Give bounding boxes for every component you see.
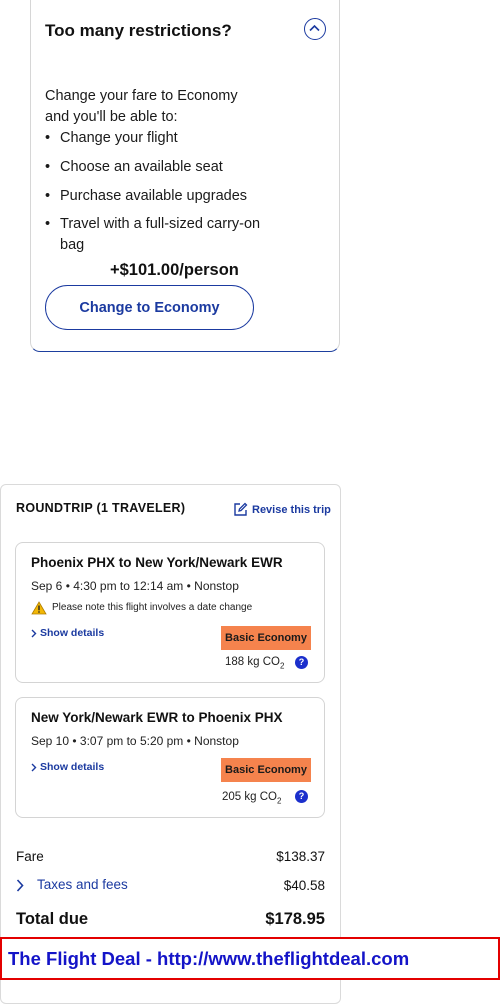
warning-icon [31,601,47,615]
chevron-up-icon [309,24,320,32]
total-due-label: Total due [16,910,89,928]
taxes-and-fees-label: Taxes and fees [37,877,128,892]
benefits-list: Change your flight Choose an available s… [45,128,265,256]
co2-subscript: 2 [279,661,285,671]
edit-icon [234,502,248,516]
watermark-banner: The Flight Deal - http://www.theflightde… [0,937,500,980]
show-details-label: Show details [40,627,105,639]
collapse-button[interactable] [304,18,326,40]
chevron-right-icon [31,629,37,638]
fare-value: $138.37 [276,849,325,864]
fare-label: Fare [16,849,44,864]
flight-times: Sep 10 • 3:07 pm to 5:20 pm • Nonstop [31,734,239,748]
upgrade-price: +$101.00/person [110,261,239,279]
question-icon[interactable]: ? [295,790,308,803]
flight-card: Phoenix PHX to New York/Newark EWR Sep 6… [15,542,325,683]
total-due-value: $178.95 [265,910,325,928]
upsell-intro: Change your fare to Economy and you'll b… [45,88,238,125]
benefit-item: Change your flight [45,128,265,149]
fare-class-badge: Basic Economy [221,626,311,650]
taxes-value: $40.58 [283,878,325,893]
chevron-right-icon [16,879,24,892]
benefit-item: Choose an available seat [45,157,265,178]
flight-route: Phoenix PHX to New York/Newark EWR [31,555,283,570]
flight-times: Sep 6 • 4:30 pm to 12:14 am • Nonstop [31,579,239,593]
revise-trip-label: Revise this trip [252,504,331,516]
trip-header: ROUNDTRIP (1 TRAVELER) [16,501,186,515]
flight-route: New York/Newark EWR to Phoenix PHX [31,710,283,725]
co2-value: 205 kg CO [222,791,277,803]
warning-text: Please note this flight involves a date … [52,602,253,613]
change-to-economy-button[interactable]: Change to Economy [45,285,254,330]
benefit-item: Travel with a full-sized carry-on bag [45,214,265,256]
fare-class-badge: Basic Economy [221,758,311,782]
upsell-title: Too many restrictions? [45,21,232,40]
show-details-label: Show details [40,761,105,773]
watermark-text: The Flight Deal - http://www.theflightde… [8,948,410,969]
co2-subscript: 2 [276,796,282,806]
flight-card: New York/Newark EWR to Phoenix PHX Sep 1… [15,697,325,818]
chevron-right-icon [31,763,37,772]
co2-emissions: 205 kg CO2 [222,791,281,805]
co2-emissions: 188 kg CO2 [225,656,284,670]
question-icon[interactable]: ? [295,656,308,669]
co2-value: 188 kg CO [225,656,280,668]
benefit-item: Purchase available upgrades [45,186,265,207]
